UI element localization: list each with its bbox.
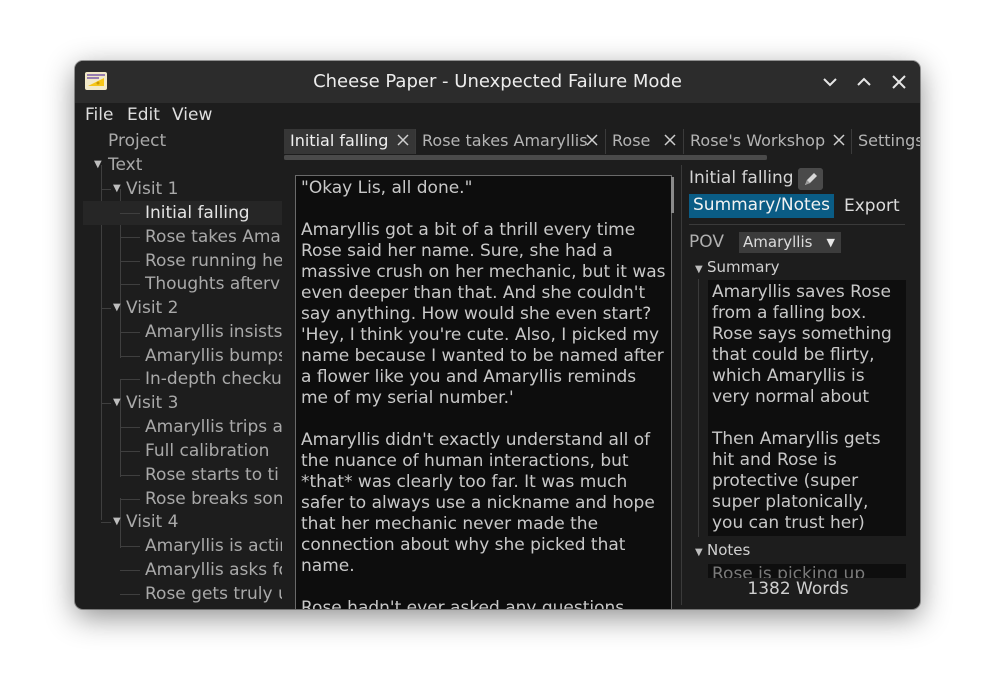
tab-settings[interactable]: Settings xyxy=(852,129,920,154)
tab-close-icon[interactable] xyxy=(832,133,846,147)
pov-select[interactable]: Amaryllis ▼ xyxy=(739,232,841,253)
tab-rose-takes-amaryllis[interactable]: Rose takes Amaryllis xyxy=(416,129,606,154)
tab-summary-notes[interactable]: Summary/Notes xyxy=(689,194,834,218)
tree-visit-4[interactable]: Visit 4 xyxy=(126,510,178,534)
maximize-icon[interactable] xyxy=(853,71,875,93)
title-bar[interactable]: Cheese Paper - Unexpected Failure Mode xyxy=(75,61,920,103)
expand-triangle-icon[interactable]: ▼ xyxy=(695,264,703,275)
tree-scene[interactable]: Rose starts to ti xyxy=(145,463,279,487)
tab-label: Rose's Workshop xyxy=(690,131,826,150)
tree-scene[interactable]: Amaryllis trips a xyxy=(145,415,282,439)
window-title: Cheese Paper - Unexpected Failure Mode xyxy=(313,71,682,92)
tree-visit-1[interactable]: Visit 1 xyxy=(126,177,178,201)
menu-file[interactable]: File xyxy=(85,105,113,125)
scene-title[interactable]: Initial falling xyxy=(689,168,794,188)
tab-initial-falling[interactable]: Initial falling xyxy=(284,129,416,154)
dropdown-arrow-icon: ▼ xyxy=(826,236,835,249)
tree-scene[interactable]: Full calibration xyxy=(145,439,269,463)
editor-scrollbar[interactable] xyxy=(671,177,674,213)
summary-label[interactable]: Summary xyxy=(707,258,780,276)
notes-label[interactable]: Notes xyxy=(707,541,750,559)
pov-label: POV xyxy=(689,232,724,252)
summary-text[interactable]: Amaryllis saves Rose from a falling box.… xyxy=(708,280,906,536)
tab-close-icon[interactable] xyxy=(396,133,410,147)
sidebar-separator xyxy=(689,224,905,225)
close-icon[interactable] xyxy=(888,71,910,93)
tab-label: Initial falling xyxy=(290,131,389,150)
tree-scene[interactable]: Amaryllis is actir xyxy=(145,534,282,558)
expand-triangle-icon[interactable]: ▼ xyxy=(113,183,121,194)
tab-label: Settings xyxy=(858,131,920,150)
tree-scene[interactable]: Rose running he xyxy=(145,249,282,273)
notes-text[interactable]: Rose is picking up xyxy=(708,564,906,578)
word-count: 1382 Words xyxy=(747,579,849,599)
pane-divider[interactable] xyxy=(681,165,682,605)
tab-rose[interactable]: Rose xyxy=(606,129,684,154)
tree-scene[interactable]: Amaryllis insists xyxy=(145,320,282,344)
expand-triangle-icon[interactable]: ▼ xyxy=(113,302,121,313)
tab-bar: Initial falling Rose takes Amaryllis Ros… xyxy=(282,129,920,154)
project-tree: Project ▼ Text ▼ Visit 1 Initial falling… xyxy=(75,129,282,609)
tab-close-icon[interactable] xyxy=(663,133,677,147)
tab-scrollbar[interactable] xyxy=(284,155,767,160)
tab-export[interactable]: Export xyxy=(844,196,900,216)
tree-text[interactable]: Text xyxy=(108,153,142,177)
tree-visit-2[interactable]: Visit 2 xyxy=(126,296,178,320)
tree-scene-selected[interactable]: Initial falling xyxy=(145,201,250,225)
pov-value: Amaryllis xyxy=(743,233,813,251)
tree-scene[interactable]: In-depth checku xyxy=(145,367,282,391)
app-window: Cheese Paper - Unexpected Failure Mode F… xyxy=(75,61,920,609)
tree-project[interactable]: Project xyxy=(108,129,166,153)
pencil-icon[interactable] xyxy=(798,168,823,190)
tree-scene[interactable]: Amaryllis bumps xyxy=(145,344,282,368)
tree-visit-3[interactable]: Visit 3 xyxy=(126,391,178,415)
scene-sidebar: Initial falling Summary/Notes Export POV… xyxy=(688,161,920,609)
tab-roses-workshop[interactable]: Rose's Workshop xyxy=(684,129,852,154)
expand-triangle-icon[interactable]: ▼ xyxy=(94,159,102,170)
minimize-icon[interactable] xyxy=(819,71,841,93)
tree-scene[interactable]: Rose takes Ama xyxy=(145,225,281,249)
editor-content[interactable]: "Okay Lis, all done." Amaryllis got a bi… xyxy=(301,178,666,609)
tree-scene[interactable]: Amaryllis asks fo xyxy=(145,558,282,582)
tree-scene[interactable]: Rose gets truly u xyxy=(145,582,282,606)
tab-close-icon[interactable] xyxy=(585,133,599,147)
menu-view[interactable]: View xyxy=(172,105,212,125)
tree-scene[interactable]: Rose breaks son xyxy=(145,487,282,511)
tab-label: Rose takes Amaryllis xyxy=(422,131,588,150)
expand-triangle-icon[interactable]: ▼ xyxy=(113,397,121,408)
menu-edit[interactable]: Edit xyxy=(127,105,160,125)
menu-bar: File Edit View xyxy=(75,103,920,129)
expand-triangle-icon[interactable]: ▼ xyxy=(695,547,703,558)
tree-scene[interactable]: Thoughts afterv xyxy=(145,272,280,296)
tab-label: Rose xyxy=(612,131,651,150)
scene-text-editor[interactable]: "Okay Lis, all done." Amaryllis got a bi… xyxy=(295,175,672,609)
expand-triangle-icon[interactable]: ▼ xyxy=(113,516,121,527)
tab-scrollbar-thumb[interactable] xyxy=(284,155,767,160)
